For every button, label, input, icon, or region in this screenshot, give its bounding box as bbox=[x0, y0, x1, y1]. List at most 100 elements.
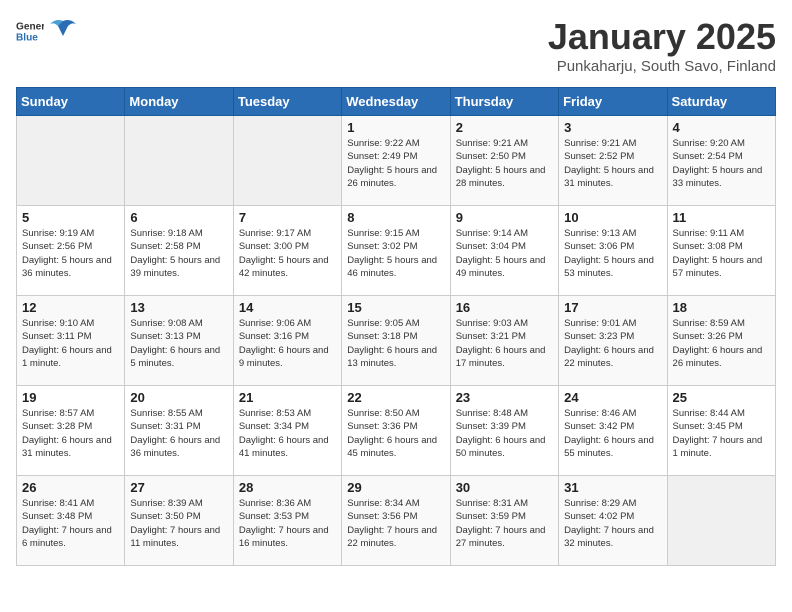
calendar-cell bbox=[17, 116, 125, 206]
calendar-cell: 29Sunrise: 8:34 AMSunset: 3:56 PMDayligh… bbox=[342, 476, 450, 566]
calendar-cell: 20 Sunrise: 8:55 AMSunset: 3:31 PMDayligh… bbox=[125, 386, 233, 476]
day-detail: Sunrise: 8:41 AMSunset: 3:48 PMDaylight:… bbox=[22, 497, 119, 550]
calendar-cell: 1Sunrise: 9:22 AMSunset: 2:49 PMDaylight… bbox=[342, 116, 450, 206]
day-detail: Sunrise: 8:39 AMSunset: 3:50 PMDaylight:… bbox=[130, 497, 227, 550]
calendar-cell: 5 Sunrise: 9:19 AMSunset: 2:56 PMDaylight… bbox=[17, 206, 125, 296]
day-number: 31 bbox=[564, 480, 661, 495]
day-detail: Sunrise: 9:22 AMSunset: 2:49 PMDaylight:… bbox=[347, 137, 444, 190]
day-number: 12 bbox=[22, 300, 119, 315]
calendar-cell: 16Sunrise: 9:03 AMSunset: 3:21 PMDayligh… bbox=[450, 296, 558, 386]
day-number: 8 bbox=[347, 210, 444, 225]
day-detail: Sunrise: 9:01 AMSunset: 3:23 PMDaylight:… bbox=[564, 317, 661, 370]
day-detail: Sunrise: 8:53 AMSunset: 3:34 PMDaylight:… bbox=[239, 407, 336, 460]
day-detail: Sunrise: 8:48 AMSunset: 3:39 PMDaylight:… bbox=[456, 407, 553, 460]
day-detail: Sunrise: 8:59 AMSunset: 3:26 PMDaylight:… bbox=[673, 317, 770, 370]
header-saturday: Saturday bbox=[667, 88, 775, 116]
calendar-cell bbox=[667, 476, 775, 566]
day-detail: Sunrise: 8:50 AMSunset: 3:36 PMDaylight:… bbox=[347, 407, 444, 460]
calendar-cell: 23 Sunrise: 8:48 AMSunset: 3:39 PMDayligh… bbox=[450, 386, 558, 476]
day-detail: Sunrise: 8:55 AMSunset: 3:31 PMDaylight:… bbox=[130, 407, 227, 460]
day-number: 23 bbox=[456, 390, 553, 405]
day-detail: Sunrise: 9:08 AMSunset: 3:13 PMDaylight:… bbox=[130, 317, 227, 370]
day-detail: Sunrise: 9:10 AMSunset: 3:11 PMDaylight:… bbox=[22, 317, 119, 370]
day-number: 28 bbox=[239, 480, 336, 495]
header-thursday: Thursday bbox=[450, 88, 558, 116]
day-number: 4 bbox=[673, 120, 770, 135]
day-detail: Sunrise: 9:15 AMSunset: 3:02 PMDaylight:… bbox=[347, 227, 444, 280]
calendar-cell: 2Sunrise: 9:21 AMSunset: 2:50 PMDaylight… bbox=[450, 116, 558, 206]
calendar-cell: 22Sunrise: 8:50 AMSunset: 3:36 PMDayligh… bbox=[342, 386, 450, 476]
calendar-cell bbox=[125, 116, 233, 206]
calendar-cell: 26 Sunrise: 8:41 AMSunset: 3:48 PMDayligh… bbox=[17, 476, 125, 566]
calendar-cell: 14Sunrise: 9:06 AMSunset: 3:16 PMDayligh… bbox=[233, 296, 341, 386]
day-number: 18 bbox=[673, 300, 770, 315]
day-number: 25 bbox=[673, 390, 770, 405]
calendar-cell: 31 Sunrise: 8:29 AMSunset: 4:02 PMDayligh… bbox=[559, 476, 667, 566]
calendar-cell: 13 Sunrise: 9:08 AMSunset: 3:13 PMDayligh… bbox=[125, 296, 233, 386]
day-number: 21 bbox=[239, 390, 336, 405]
calendar-cell: 15 Sunrise: 9:05 AMSunset: 3:18 PMDayligh… bbox=[342, 296, 450, 386]
day-number: 29 bbox=[347, 480, 444, 495]
calendar-cell: 19Sunrise: 8:57 AMSunset: 3:28 PMDayligh… bbox=[17, 386, 125, 476]
calendar-cell: 18 Sunrise: 8:59 AMSunset: 3:26 PMDayligh… bbox=[667, 296, 775, 386]
calendar-title: January 2025 bbox=[548, 16, 776, 58]
calendar-cell: 7Sunrise: 9:17 AMSunset: 3:00 PMDaylight… bbox=[233, 206, 341, 296]
calendar-week-row: 1Sunrise: 9:22 AMSunset: 2:49 PMDaylight… bbox=[17, 116, 776, 206]
day-number: 19 bbox=[22, 390, 119, 405]
day-number: 7 bbox=[239, 210, 336, 225]
calendar-header-row: Sunday Monday Tuesday Wednesday Thursday… bbox=[17, 88, 776, 116]
day-number: 5 bbox=[22, 210, 119, 225]
calendar-week-row: 26 Sunrise: 8:41 AMSunset: 3:48 PMDayligh… bbox=[17, 476, 776, 566]
calendar-week-row: 5 Sunrise: 9:19 AMSunset: 2:56 PMDaylight… bbox=[17, 206, 776, 296]
day-detail: Sunrise: 9:18 AMSunset: 2:58 PMDaylight:… bbox=[130, 227, 227, 280]
day-detail: Sunrise: 9:14 AMSunset: 3:04 PMDaylight:… bbox=[456, 227, 553, 280]
calendar-cell: 27 Sunrise: 8:39 AMSunset: 3:50 PMDayligh… bbox=[125, 476, 233, 566]
day-number: 13 bbox=[130, 300, 227, 315]
day-number: 2 bbox=[456, 120, 553, 135]
logo: General Blue bbox=[16, 16, 78, 46]
day-number: 30 bbox=[456, 480, 553, 495]
day-number: 27 bbox=[130, 480, 227, 495]
day-number: 3 bbox=[564, 120, 661, 135]
calendar-week-row: 12 Sunrise: 9:10 AMSunset: 3:11 PMDayligh… bbox=[17, 296, 776, 386]
day-number: 20 bbox=[130, 390, 227, 405]
header-friday: Friday bbox=[559, 88, 667, 116]
calendar-cell: 10 Sunrise: 9:13 AMSunset: 3:06 PMDayligh… bbox=[559, 206, 667, 296]
day-number: 10 bbox=[564, 210, 661, 225]
calendar-cell: 17 Sunrise: 9:01 AMSunset: 3:23 PMDayligh… bbox=[559, 296, 667, 386]
header-monday: Monday bbox=[125, 88, 233, 116]
calendar-cell: 25 Sunrise: 8:44 AMSunset: 3:45 PMDayligh… bbox=[667, 386, 775, 476]
logo-bird-icon bbox=[48, 16, 78, 46]
day-detail: Sunrise: 8:29 AMSunset: 4:02 PMDaylight:… bbox=[564, 497, 661, 550]
calendar-cell: 8 Sunrise: 9:15 AMSunset: 3:02 PMDaylight… bbox=[342, 206, 450, 296]
day-number: 15 bbox=[347, 300, 444, 315]
calendar-cell: 6 Sunrise: 9:18 AMSunset: 2:58 PMDaylight… bbox=[125, 206, 233, 296]
svg-text:Blue: Blue bbox=[16, 32, 38, 43]
day-detail: Sunrise: 9:03 AMSunset: 3:21 PMDaylight:… bbox=[456, 317, 553, 370]
day-detail: Sunrise: 9:19 AMSunset: 2:56 PMDaylight:… bbox=[22, 227, 119, 280]
calendar-table: Sunday Monday Tuesday Wednesday Thursday… bbox=[16, 87, 776, 566]
day-number: 24 bbox=[564, 390, 661, 405]
header: General Blue January 2025 Punkaharju, So… bbox=[16, 16, 776, 75]
day-detail: Sunrise: 8:44 AMSunset: 3:45 PMDaylight:… bbox=[673, 407, 770, 460]
logo-icon: General Blue bbox=[16, 17, 44, 45]
calendar-cell: 21 Sunrise: 8:53 AMSunset: 3:34 PMDayligh… bbox=[233, 386, 341, 476]
calendar-cell: 9 Sunrise: 9:14 AMSunset: 3:04 PMDaylight… bbox=[450, 206, 558, 296]
calendar-cell: 4Sunrise: 9:20 AMSunset: 2:54 PMDaylight… bbox=[667, 116, 775, 206]
day-number: 26 bbox=[22, 480, 119, 495]
day-number: 14 bbox=[239, 300, 336, 315]
calendar-cell: 24 Sunrise: 8:46 AMSunset: 3:42 PMDayligh… bbox=[559, 386, 667, 476]
day-detail: Sunrise: 8:36 AMSunset: 3:53 PMDaylight:… bbox=[239, 497, 336, 550]
day-number: 9 bbox=[456, 210, 553, 225]
calendar-cell bbox=[233, 116, 341, 206]
day-detail: Sunrise: 9:11 AMSunset: 3:08 PMDaylight:… bbox=[673, 227, 770, 280]
day-detail: Sunrise: 8:46 AMSunset: 3:42 PMDaylight:… bbox=[564, 407, 661, 460]
calendar-cell: 3Sunrise: 9:21 AMSunset: 2:52 PMDaylight… bbox=[559, 116, 667, 206]
header-wednesday: Wednesday bbox=[342, 88, 450, 116]
day-detail: Sunrise: 9:05 AMSunset: 3:18 PMDaylight:… bbox=[347, 317, 444, 370]
day-number: 17 bbox=[564, 300, 661, 315]
header-tuesday: Tuesday bbox=[233, 88, 341, 116]
header-sunday: Sunday bbox=[17, 88, 125, 116]
day-detail: Sunrise: 9:13 AMSunset: 3:06 PMDaylight:… bbox=[564, 227, 661, 280]
day-number: 6 bbox=[130, 210, 227, 225]
